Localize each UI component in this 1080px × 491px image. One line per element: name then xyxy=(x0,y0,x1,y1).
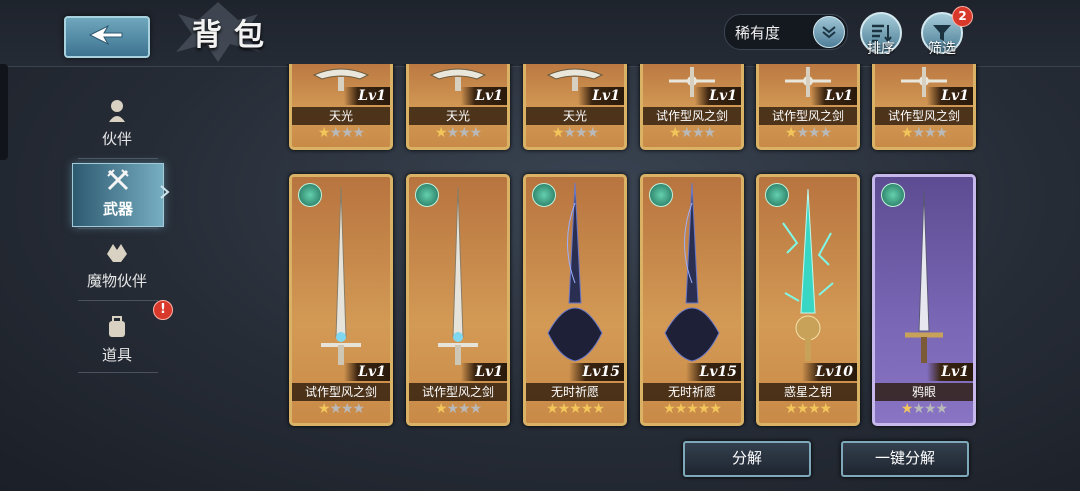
weapon-level: Lv1 xyxy=(461,363,507,381)
decompose-button[interactable]: 分解 xyxy=(683,441,811,477)
partner-icon xyxy=(109,100,125,122)
weapon-level: Lv1 xyxy=(927,363,973,381)
weapon-card[interactable]: Lv15 无时祈愿 ★★★★★ xyxy=(640,174,744,426)
divider xyxy=(78,300,158,301)
weapon-stars: ★★★★ xyxy=(900,401,948,417)
weapon-sword-image xyxy=(664,183,720,362)
weapon-sword-image xyxy=(547,183,603,362)
weapon-card[interactable]: Lv1 天光 ★★★★ xyxy=(289,64,393,150)
weapon-level: Lv1 xyxy=(927,87,973,105)
weapon-level: Lv10 xyxy=(801,363,857,381)
weapon-stars: ★★★★ xyxy=(317,401,365,417)
chevron-down-icon xyxy=(813,16,845,48)
weapon-grid: Lv1 天光 ★★★★ Lv1 天光 ★★★★ Lv1 天光 ★★★★ Lv1 … xyxy=(284,64,984,434)
weapon-name: 试作型风之剑 xyxy=(643,107,741,125)
weapon-stars: ★★★★ xyxy=(784,125,832,141)
weapon-stars: ★★★★ xyxy=(784,401,832,417)
back-button[interactable] xyxy=(64,16,150,58)
weapon-card[interactable]: Lv1 试作型风之剑 ★★★★ xyxy=(406,174,510,426)
weapon-level: Lv15 xyxy=(568,363,624,381)
weapon-card[interactable]: Lv1 天光 ★★★★ xyxy=(406,64,510,150)
one-click-decompose-button[interactable]: 一键分解 xyxy=(841,441,969,477)
weapon-level: Lv1 xyxy=(695,87,741,105)
filter-count-badge: 2 xyxy=(952,6,973,27)
weapon-card[interactable]: Lv1 天光 ★★★★ xyxy=(523,64,627,150)
weapon-card[interactable]: Lv1 试作型风之剑 ★★★★ xyxy=(640,64,744,150)
weapon-level: Lv1 xyxy=(461,87,507,105)
weapon-level: Lv15 xyxy=(685,363,741,381)
sidebar-item-label: 武器 xyxy=(102,200,133,218)
weapon-stars: ★★★★ xyxy=(434,125,482,141)
weapon-stars: ★★★★ xyxy=(434,401,482,417)
rarity-dropdown[interactable]: 稀有度 xyxy=(724,14,848,50)
weapon-stars: ★★★★ xyxy=(551,125,599,141)
weapon-sword-image xyxy=(438,187,478,365)
sort-label: 排序 xyxy=(867,41,895,57)
weapon-card[interactable]: Lv1 试作型风之剑 ★★★★ xyxy=(289,174,393,426)
weapon-name: 天光 xyxy=(526,107,624,125)
weapon-level: Lv1 xyxy=(578,87,624,105)
sidebar-item-weapon[interactable]: 武器 xyxy=(72,163,164,227)
weapon-stars: ★★★★★ xyxy=(663,401,722,417)
divider xyxy=(78,158,158,159)
weapon-stars: ★★★★★ xyxy=(546,401,605,417)
filter-label: 筛选 xyxy=(928,41,956,57)
weapon-card[interactable]: Lv1 试作型风之剑 ★★★★ xyxy=(756,64,860,150)
weapon-name: 试作型风之剑 xyxy=(875,107,973,125)
sidebar-item-label: 道具 xyxy=(101,346,132,364)
weapon-sword-image xyxy=(905,191,943,363)
weapon-name: 天光 xyxy=(292,107,390,125)
sidebar-edge-tab[interactable] xyxy=(0,64,8,160)
chevron-right-icon xyxy=(160,185,170,199)
weapon-name: 鸦眼 xyxy=(875,383,973,401)
items-alert-badge: ! xyxy=(153,300,173,320)
weapon-stars: ★★★★ xyxy=(668,125,716,141)
weapon-card[interactable]: Lv10 惑星之钥 ★★★★ xyxy=(756,174,860,426)
backpack-icon xyxy=(109,316,125,337)
weapon-name: 天光 xyxy=(409,107,507,125)
weapon-level: Lv1 xyxy=(344,87,390,105)
weapon-stars: ★★★★ xyxy=(900,125,948,141)
weapon-stars: ★★★★ xyxy=(317,125,365,141)
weapon-sword-image xyxy=(321,187,361,365)
weapon-level: Lv1 xyxy=(344,363,390,381)
weapon-name: 试作型风之剑 xyxy=(409,383,507,401)
weapon-name: 试作型风之剑 xyxy=(759,107,857,125)
monster-icon xyxy=(107,244,127,262)
back-arrow-icon xyxy=(88,24,123,46)
sidebar-item-partner[interactable]: 伙伴 xyxy=(72,94,162,156)
divider xyxy=(78,228,158,229)
weapon-sword-image xyxy=(782,188,834,361)
weapon-name: 无时祈愿 xyxy=(643,383,741,401)
weapon-name: 惑星之钥 xyxy=(759,383,857,401)
divider xyxy=(78,372,158,373)
weapon-card[interactable]: Lv1 试作型风之剑 ★★★★ xyxy=(872,64,976,150)
page-title: 背包 xyxy=(192,18,276,53)
sidebar-item-label: 伙伴 xyxy=(101,130,132,148)
weapon-level: Lv1 xyxy=(811,87,857,105)
rarity-dropdown-label: 稀有度 xyxy=(735,24,781,42)
weapon-icon xyxy=(107,169,129,191)
sidebar-item-monster-partner[interactable]: 魔物伙伴 xyxy=(72,236,162,298)
sidebar-item-items[interactable]: 道具 xyxy=(72,310,162,372)
weapon-card[interactable]: Lv15 无时祈愿 ★★★★★ xyxy=(523,174,627,426)
weapon-name: 试作型风之剑 xyxy=(292,383,390,401)
weapon-card[interactable]: Lv1 鸦眼 ★★★★ xyxy=(872,174,976,426)
sidebar-item-label: 魔物伙伴 xyxy=(86,272,147,290)
weapon-name: 无时祈愿 xyxy=(526,383,624,401)
